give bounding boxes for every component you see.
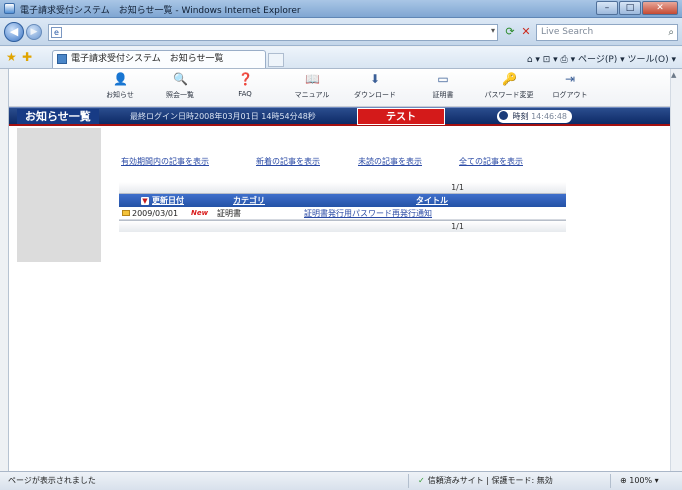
new-badge: New bbox=[191, 209, 209, 217]
status-divider bbox=[408, 474, 409, 488]
tool-label: 照会一覧 bbox=[166, 91, 194, 99]
tool-inquiry-list[interactable]: 🔍 照会一覧 bbox=[154, 72, 206, 100]
tool-label: パスワード変更 bbox=[484, 91, 534, 99]
tool-notices[interactable]: 👤 お知らせ bbox=[94, 72, 146, 100]
command-bar: ★ ✚ 電子請求受付システム お知らせ一覧 ⌂ ▾ ⊡ ▾ ⎙ ▾ ページ(P)… bbox=[0, 47, 682, 69]
certificate-icon: ▭ bbox=[437, 72, 449, 86]
address-bar: ◀ ▶ e ▾ ⟳ ✕ Live Search ⌕ bbox=[0, 18, 682, 46]
app-toolbar: 👤 お知らせ 🔍 照会一覧 ❓ FAQ 📖 マニュアル ⬇ ダウンロード ▭ 証… bbox=[9, 69, 670, 107]
close-button[interactable]: ✕ bbox=[642, 1, 678, 15]
left-side-panel bbox=[17, 128, 101, 262]
search-placeholder: Live Search bbox=[541, 27, 594, 37]
tool-label: ダウンロード bbox=[354, 91, 396, 99]
table-header: ▼ 更新日付 カテゴリ タイトル bbox=[119, 194, 566, 207]
search-icon[interactable]: ⌕ bbox=[668, 25, 674, 40]
tool-manual[interactable]: 📖 マニュアル bbox=[286, 72, 338, 100]
window-controls: – □ ✕ bbox=[595, 1, 678, 15]
minimize-button[interactable]: – bbox=[596, 1, 618, 15]
status-text: ページが表示されました bbox=[8, 476, 96, 485]
filter-unread-link[interactable]: 未読の記事を表示 bbox=[358, 156, 422, 167]
row-title-link[interactable]: 証明書発行用パスワード再発行通知 bbox=[304, 209, 432, 218]
page-viewport: 👤 お知らせ 🔍 照会一覧 ❓ FAQ 📖 マニュアル ⬇ ダウンロード ▭ 証… bbox=[8, 69, 670, 471]
page-favicon-icon: e bbox=[51, 27, 62, 38]
window-title: 電子請求受付システム お知らせ一覧 - Windows Internet Exp… bbox=[20, 6, 301, 16]
security-zone-text: 信頼済みサイト | 保護モード: 無効 bbox=[427, 476, 553, 485]
tab-label: 電子請求受付システム お知らせ一覧 bbox=[71, 54, 224, 64]
search-icon: 🔍 bbox=[173, 72, 188, 86]
zoom-level[interactable]: ⊕ 100% ▾ bbox=[620, 472, 659, 490]
url-field[interactable]: e ▾ bbox=[48, 24, 498, 41]
status-divider bbox=[610, 474, 611, 488]
tool-label: 証明書 bbox=[432, 91, 454, 99]
add-favorite-icon[interactable]: ✚ bbox=[22, 50, 32, 64]
test-environment-badge: テスト bbox=[357, 108, 445, 125]
live-search-input[interactable]: Live Search ⌕ bbox=[536, 24, 678, 41]
security-zone[interactable]: ✓ 信頼済みサイト | 保護モード: 無効 bbox=[418, 472, 553, 490]
row-title-cell: 証明書発行用パスワード再発行通知 bbox=[304, 207, 432, 220]
title-bar: 電子請求受付システム お知らせ一覧 - Windows Internet Exp… bbox=[0, 0, 682, 18]
tool-faq[interactable]: ❓ FAQ bbox=[219, 72, 271, 98]
stop-icon[interactable]: ✕ bbox=[518, 24, 534, 41]
person-icon: 👤 bbox=[113, 72, 128, 86]
maximize-button[interactable]: □ bbox=[619, 1, 641, 15]
column-title[interactable]: タイトル bbox=[416, 194, 448, 207]
header-band: お知らせ一覧 最終ログイン日時2008年03月01日 14時54分48秒 テスト… bbox=[9, 107, 670, 126]
logout-icon: ⇥ bbox=[564, 72, 576, 86]
row-date-text: 2009/03/01 bbox=[132, 209, 179, 218]
url-dropdown-icon[interactable]: ▾ bbox=[491, 26, 495, 35]
clock-time: 14:46:48 bbox=[531, 112, 568, 121]
last-login-text: 最終ログイン日時2008年03月01日 14時54分48秒 bbox=[130, 112, 316, 121]
column-category[interactable]: カテゴリ bbox=[233, 194, 265, 207]
row-date: 2009/03/01 bbox=[122, 207, 178, 220]
tool-change-password[interactable]: 🔑 パスワード変更 bbox=[483, 72, 535, 100]
sort-down-icon[interactable]: ▼ bbox=[141, 197, 149, 205]
refresh-icon[interactable]: ⟳ bbox=[502, 24, 518, 41]
scroll-up-icon[interactable]: ▲ bbox=[671, 71, 676, 79]
zoom-text: 100% bbox=[629, 476, 653, 485]
pager-top: 1/1 bbox=[119, 182, 566, 194]
status-bar: ページが表示されました ✓ 信頼済みサイト | 保護モード: 無効 ⊕ 100% … bbox=[0, 471, 682, 490]
tool-label: マニュアル bbox=[294, 91, 330, 99]
back-button[interactable]: ◀ bbox=[4, 22, 24, 42]
browser-window: 電子請求受付システム お知らせ一覧 - Windows Internet Exp… bbox=[0, 0, 682, 490]
tab-page-icon bbox=[57, 54, 67, 64]
favorites-star-icon[interactable]: ★ bbox=[6, 50, 17, 64]
clock-display: 時刻 14:46:48 bbox=[497, 110, 573, 123]
manual-icon: 📖 bbox=[305, 72, 320, 86]
filter-new-link[interactable]: 新着の記事を表示 bbox=[256, 156, 320, 167]
browser-tab[interactable]: 電子請求受付システム お知らせ一覧 bbox=[52, 50, 266, 68]
filter-all-link[interactable]: 全ての記事を表示 bbox=[459, 156, 523, 167]
download-icon: ⬇ bbox=[369, 72, 381, 86]
table-row: 2009/03/01 New 証明書 証明書発行用パスワード再発行通知 bbox=[119, 207, 566, 220]
pager-bottom: 1/1 bbox=[119, 220, 566, 232]
check-icon: ✓ bbox=[418, 476, 425, 485]
clock-icon bbox=[499, 111, 508, 120]
new-tab-button[interactable] bbox=[268, 53, 284, 67]
vertical-scrollbar[interactable] bbox=[670, 69, 682, 471]
key-icon: 🔑 bbox=[502, 72, 517, 86]
tool-label: FAQ bbox=[238, 90, 252, 98]
tool-label: ログアウト bbox=[552, 91, 588, 99]
clock-label: 時刻 bbox=[512, 112, 529, 121]
faq-icon: ❓ bbox=[238, 72, 253, 86]
command-tools[interactable]: ⌂ ▾ ⊡ ▾ ⎙ ▾ ページ(P) ▾ ツール(O) ▾ bbox=[527, 52, 676, 65]
row-category: 証明書 bbox=[217, 209, 241, 218]
notices-table: 1/1 ▼ 更新日付 カテゴリ タイトル 2009/03/01 New 証明書 証… bbox=[119, 182, 566, 232]
tool-label: お知らせ bbox=[106, 91, 134, 99]
tool-certificate[interactable]: ▭ 証明書 bbox=[417, 72, 469, 100]
tool-download[interactable]: ⬇ ダウンロード bbox=[349, 72, 401, 100]
mail-icon bbox=[122, 210, 130, 216]
forward-button[interactable]: ▶ bbox=[26, 24, 42, 40]
page-title: お知らせ一覧 bbox=[17, 109, 99, 124]
column-updated-label: 更新日付 bbox=[152, 196, 184, 205]
tool-logout[interactable]: ⇥ ログアウト bbox=[544, 72, 596, 100]
ie-icon bbox=[4, 3, 15, 14]
column-updated-date[interactable]: ▼ 更新日付 bbox=[141, 194, 184, 207]
filter-valid-period-link[interactable]: 有効期間内の記事を表示 bbox=[121, 156, 209, 167]
